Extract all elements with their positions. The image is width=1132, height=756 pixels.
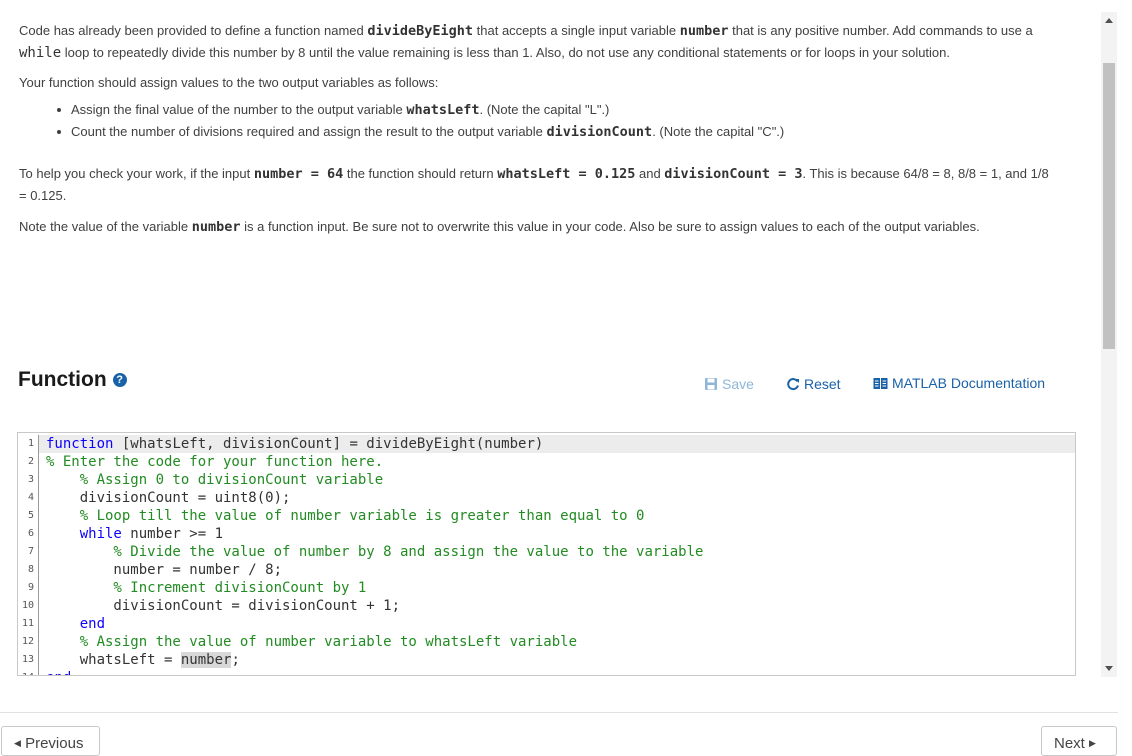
- function-heading: Function ?: [18, 368, 127, 392]
- text-span: Count the number of divisions required a…: [71, 124, 547, 139]
- text-span: . (Note the capital "C".): [652, 124, 785, 139]
- description-paragraph-2: Your function should assign values to th…: [19, 75, 439, 90]
- code-comment: % Increment divisionCount by 1: [46, 580, 367, 596]
- text-span: that is any positive number. Add command…: [728, 23, 1033, 38]
- line-number: 11: [18, 615, 39, 633]
- line-number: 9: [18, 579, 39, 597]
- code-comment: % Divide the value of number by 8 and as…: [46, 544, 704, 560]
- text-span: and: [635, 166, 665, 181]
- reset-button[interactable]: Reset: [786, 376, 841, 392]
- code-line-8[interactable]: 8 number = number / 8;: [18, 561, 1075, 579]
- code-line-9[interactable]: 9 % Increment divisionCount by 1: [18, 579, 1075, 597]
- text-span: that accepts a single input variable: [473, 23, 680, 38]
- description-paragraph-3: To help you check your work, if the inpu…: [19, 163, 1049, 206]
- floppy-disk-icon: [705, 378, 717, 390]
- text-span: To help you check your work, if the inpu…: [19, 166, 254, 181]
- reset-label: Reset: [804, 376, 841, 392]
- code-keyword: end: [46, 670, 71, 675]
- code-line-6[interactable]: 6 while number >= 1: [18, 525, 1075, 543]
- code-line-13[interactable]: 13 whatsLeft = number;: [18, 651, 1075, 669]
- code-line-12[interactable]: 12 % Assign the value of number variable…: [18, 633, 1075, 651]
- code-text: number = number / 8;: [46, 562, 283, 578]
- description-paragraph-1: Code has already been provided to define…: [19, 20, 1049, 64]
- save-label: Save: [722, 376, 754, 392]
- code-line-14[interactable]: 14 end: [18, 669, 1075, 675]
- line-number: 5: [18, 507, 39, 525]
- code-text: divisionCount = uint8(0);: [46, 490, 291, 506]
- matlab-documentation-link[interactable]: MATLAB Documentation: [873, 375, 1045, 391]
- code-line-10[interactable]: 10 divisionCount = divisionCount + 1;: [18, 597, 1075, 615]
- code-line-11[interactable]: 11 end: [18, 615, 1075, 633]
- code-comment: % Enter the code for your function here.: [46, 454, 384, 470]
- code-editor[interactable]: 1 function [whatsLeft, divisionCount] = d…: [17, 432, 1076, 676]
- code-comment: % Assign 0 to divisionCount variable: [46, 472, 384, 488]
- code-span: number = 64: [253, 166, 344, 182]
- code-span: while: [19, 45, 62, 61]
- text-span: the function should return: [343, 166, 498, 181]
- code-line-5[interactable]: 5 % Loop till the value of number variab…: [18, 507, 1075, 525]
- code-span: divisionCount = 3: [664, 166, 803, 182]
- text-span: is a function input. Be sure not to over…: [240, 219, 980, 234]
- code-text: divisionCount = divisionCount + 1;: [46, 598, 401, 614]
- code-line-4[interactable]: 4 divisionCount = uint8(0);: [18, 489, 1075, 507]
- code-lines: 1 function [whatsLeft, divisionCount] = d…: [18, 433, 1075, 675]
- list-item: Assign the final value of the number to …: [57, 99, 1049, 121]
- save-button[interactable]: Save: [704, 376, 754, 392]
- scrollbar-thumb[interactable]: [1103, 63, 1115, 349]
- code-span: number: [679, 23, 729, 39]
- page-scrollbar[interactable]: [1101, 12, 1117, 677]
- code-line-1[interactable]: 1 function [whatsLeft, divisionCount] = d…: [18, 435, 1075, 453]
- line-number: 12: [18, 633, 39, 651]
- section-title: Function: [18, 368, 107, 391]
- next-label: Next: [1054, 735, 1085, 752]
- code-keyword: while: [46, 526, 122, 542]
- list-item: Count the number of divisions required a…: [57, 121, 1049, 143]
- code-line-2[interactable]: 2 % Enter the code for your function here…: [18, 453, 1075, 471]
- line-number: 13: [18, 651, 39, 669]
- caret-right-icon: ▶: [1089, 738, 1096, 748]
- code-line-7[interactable]: 7 % Divide the value of number by 8 and …: [18, 543, 1075, 561]
- code-span: whatsLeft = 0.125: [497, 166, 636, 182]
- text-span: loop to repeatedly divide this number by…: [61, 45, 951, 60]
- line-number: 6: [18, 525, 39, 543]
- code-line-3[interactable]: 3 % Assign 0 to divisionCount variable: [18, 471, 1075, 489]
- code-text: number >= 1: [121, 526, 224, 542]
- scroll-down-icon[interactable]: [1105, 666, 1113, 671]
- code-span: divideByEight: [367, 23, 474, 39]
- code-keyword: end: [46, 616, 106, 632]
- code-comment: % Loop till the value of number variable…: [46, 508, 645, 524]
- help-icon[interactable]: ?: [112, 373, 127, 387]
- line-number: 4: [18, 489, 39, 507]
- line-number: 7: [18, 543, 39, 561]
- code-span: number: [191, 219, 241, 235]
- output-requirements-list: Assign the final value of the number to …: [19, 99, 1049, 143]
- line-number: 8: [18, 561, 39, 579]
- refresh-icon: [787, 378, 799, 390]
- text-span: Code has already been provided to define…: [19, 23, 368, 38]
- doc-label: MATLAB Documentation: [892, 375, 1046, 391]
- book-icon: [873, 377, 888, 389]
- code-text: [whatsLeft, divisionCount] = divideByEig…: [113, 436, 544, 452]
- problem-description: Code has already been provided to define…: [19, 20, 1049, 238]
- text-span: . (Note the capital "L".): [479, 102, 610, 117]
- previous-label: Previous: [25, 735, 84, 752]
- footer-divider: [0, 712, 1118, 713]
- code-text: ;: [231, 652, 240, 668]
- description-paragraph-4: Note the value of the variable number is…: [19, 216, 1049, 238]
- caret-left-icon: ◀: [14, 738, 21, 748]
- code-highlight: number: [180, 652, 232, 668]
- code-keyword: function: [46, 436, 114, 452]
- code-comment: % Assign the value of number variable to…: [46, 634, 578, 650]
- line-number: 10: [18, 597, 39, 615]
- code-span: whatsLeft: [406, 102, 480, 118]
- code-text: whatsLeft =: [46, 652, 181, 668]
- line-number: 1: [18, 435, 39, 453]
- text-span: Assign the final value of the number to …: [71, 102, 407, 117]
- line-number: 3: [18, 471, 39, 489]
- line-number: 14: [18, 669, 39, 675]
- scroll-up-icon[interactable]: [1105, 18, 1113, 23]
- line-number: 2: [18, 453, 39, 471]
- code-span: divisionCount: [546, 124, 653, 140]
- text-span: Note the value of the variable: [19, 219, 192, 234]
